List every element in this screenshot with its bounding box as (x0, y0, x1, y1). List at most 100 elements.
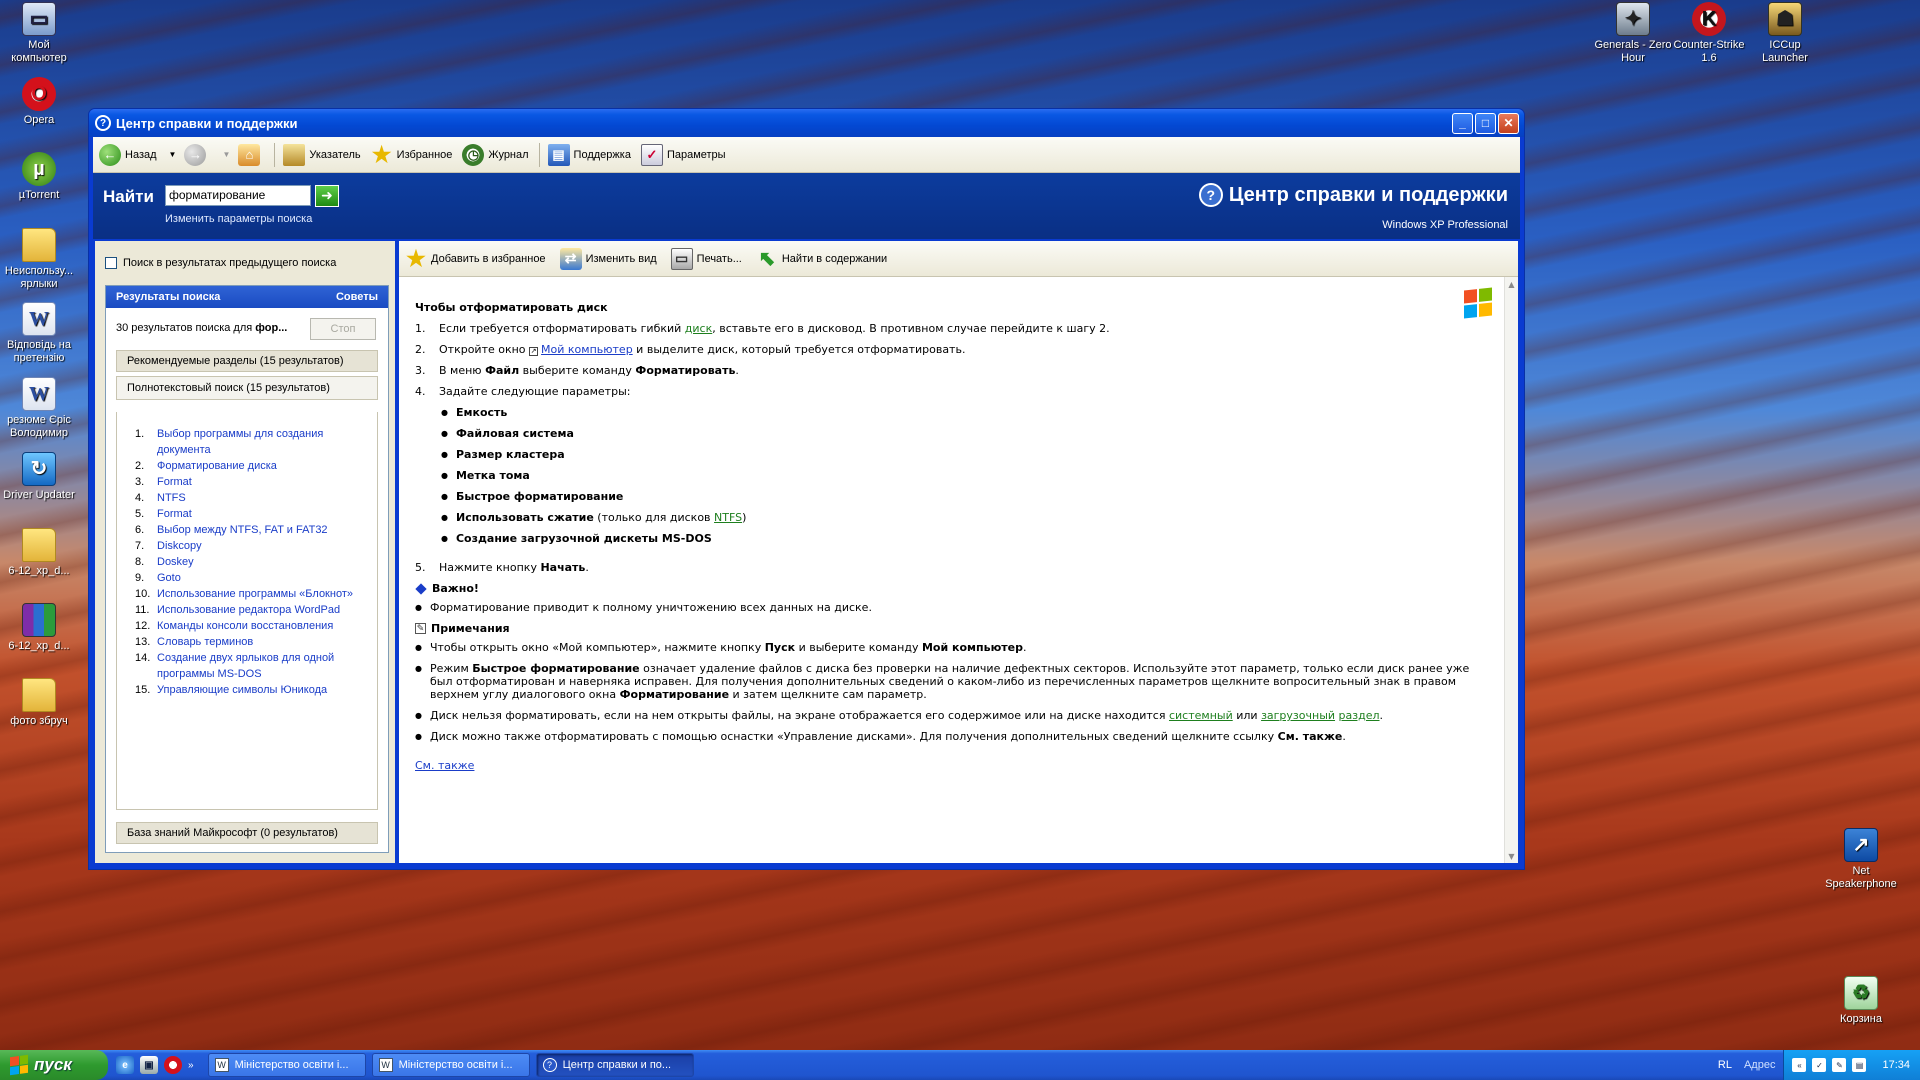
search-result-item[interactable]: 13. Словарь терминов (135, 634, 369, 650)
print-button[interactable]: ▭ Печать... (670, 247, 742, 270)
back-button[interactable]: ← Назад (99, 143, 157, 166)
favorites-button[interactable]: ★ Избранное (371, 142, 453, 167)
add-to-favorites-button[interactable]: ★ Добавить в избранное (405, 246, 545, 271)
search-go-button[interactable]: ➜ (315, 185, 339, 207)
result-link[interactable]: Format (157, 474, 192, 490)
total-commander-icon[interactable]: ▣ (140, 1056, 158, 1074)
result-link[interactable]: Format (157, 506, 192, 522)
desktop-icon-net-speakerphone[interactable]: ↗ Net Speakerphone (1822, 828, 1900, 891)
see-also-link[interactable]: См. также (415, 759, 474, 772)
result-link[interactable]: Создание двух ярлыков для одной программ… (157, 650, 369, 682)
desktop-icon-counter-strike[interactable]: K Counter-Strike 1.6 (1670, 2, 1748, 65)
desktop-icon-opera[interactable]: O Opera (0, 77, 78, 127)
search-result-item[interactable]: 8. Doskey (135, 554, 369, 570)
minimize-button[interactable]: _ (1452, 112, 1473, 134)
stop-button[interactable]: Стоп (310, 318, 376, 340)
knowledge-base-category[interactable]: База знаний Майкрософт (0 результатов) (116, 822, 378, 844)
search-result-item[interactable]: 9. Goto (135, 570, 369, 586)
index-button[interactable]: Указатель (283, 143, 361, 166)
tray-expand-icon[interactable]: « (1792, 1058, 1807, 1072)
result-link[interactable]: NTFS (157, 490, 186, 506)
address-toolbar-label[interactable]: Адрес (1744, 1059, 1776, 1071)
disk-glossary-link[interactable]: диск (685, 322, 712, 335)
desktop-icon-recycle-bin[interactable]: ♻ Корзина (1822, 976, 1900, 1026)
search-result-item[interactable]: 1. Выбор программы для создания документа (135, 426, 369, 458)
search-result-item[interactable]: 3. Format (135, 474, 369, 490)
opera-icon[interactable] (164, 1056, 182, 1074)
partition-link[interactable]: раздел (1339, 709, 1380, 722)
language-indicator[interactable]: RL (1718, 1059, 1732, 1071)
forward-button[interactable]: → (184, 143, 210, 166)
scroll-down-arrow-icon[interactable]: ▼ (1505, 849, 1518, 863)
maximize-button[interactable]: □ (1475, 112, 1496, 134)
clock[interactable]: 17:34 (1882, 1059, 1910, 1071)
find-in-contents-button[interactable]: ⬉ Найти в содержании (756, 248, 887, 270)
checkbox[interactable] (105, 257, 117, 269)
result-link[interactable]: Использование редактора WordPad (157, 602, 340, 618)
taskbar-task[interactable]: W Міністерство освіти і... (207, 1053, 366, 1077)
desktop-icon-utorrent[interactable]: µ µTorrent (0, 152, 78, 202)
search-result-item[interactable]: 5. Format (135, 506, 369, 522)
result-link[interactable]: Словарь терминов (157, 634, 253, 650)
change-view-button[interactable]: ⇄ Изменить вид (559, 247, 657, 270)
support-button[interactable]: ▤ Поддержка (547, 143, 631, 166)
result-link[interactable]: Форматирование диска (157, 458, 277, 474)
result-link[interactable]: Goto (157, 570, 181, 586)
my-computer-link[interactable]: Мой компьютер (541, 343, 633, 356)
system-partition-link[interactable]: системный (1169, 709, 1233, 722)
search-result-item[interactable]: 2. Форматирование диска (135, 458, 369, 474)
article-scrollbar[interactable]: ▲ ▼ (1504, 277, 1518, 863)
desktop-icon-photo-folder[interactable]: фото збруч (0, 678, 78, 728)
taskbar-task-active[interactable]: ? Центр справки и по... (535, 1053, 694, 1077)
back-dropdown-icon[interactable]: ▼ (169, 150, 177, 159)
desktop-icon-claim-reply[interactable]: W Відповідь на претензію (0, 302, 78, 365)
tray-edit-icon[interactable]: ✎ (1832, 1058, 1847, 1072)
search-result-item[interactable]: 12. Команды консоли восстановления (135, 618, 369, 634)
result-link[interactable]: Diskcopy (157, 538, 202, 554)
history-button[interactable]: ◷ Журнал (462, 143, 529, 166)
tips-link[interactable]: Советы (336, 291, 378, 303)
options-button[interactable]: ✓ Параметры (640, 143, 726, 166)
forward-dropdown-icon[interactable]: ▼ (222, 150, 230, 159)
window-titlebar[interactable]: ? Центр справки и поддержки _ □ ✕ (89, 109, 1524, 137)
scroll-up-arrow-icon[interactable]: ▲ (1505, 277, 1518, 291)
search-result-item[interactable]: 11. Использование редактора WordPad (135, 602, 369, 618)
ntfs-glossary-link[interactable]: NTFS (714, 511, 742, 524)
search-result-item[interactable]: 10. Использование программы «Блокнот» (135, 586, 369, 602)
search-result-item[interactable]: 14. Создание двух ярлыков для одной прогр… (135, 650, 369, 682)
desktop-icon-generals[interactable]: ✦ Generals - Zero Hour (1594, 2, 1672, 65)
taskbar-task[interactable]: W Міністерство освіти і... (371, 1053, 530, 1077)
home-button[interactable]: ⌂ (238, 143, 264, 166)
result-link[interactable]: Doskey (157, 554, 194, 570)
search-result-item[interactable]: 4. NTFS (135, 490, 369, 506)
search-in-previous-checkbox[interactable]: Поиск в результатах предыдущего поиска (105, 257, 336, 269)
result-link[interactable]: Выбор программы для создания документа (157, 426, 369, 458)
search-result-item[interactable]: 15. Управляющие символы Юникода (135, 682, 369, 698)
recommended-topics-category[interactable]: Рекомендуемые разделы (15 результатов) (116, 350, 378, 372)
result-link[interactable]: Команды консоли восстановления (157, 618, 333, 634)
desktop-icon-unused-shortcuts[interactable]: Неиспользу... ярлыки (0, 228, 78, 291)
tray-app-icon[interactable]: ✓ (1812, 1058, 1827, 1072)
forward-arrow-icon: → (184, 143, 207, 166)
result-link[interactable]: Выбор между NTFS, FAT и FAT32 (157, 522, 328, 538)
desktop-icon-driver-updater[interactable]: ↻ Driver Updater (0, 452, 78, 502)
word-document-icon: W (378, 1058, 393, 1072)
result-link[interactable]: Управляющие символы Юникода (157, 682, 327, 698)
desktop-icon-resume[interactable]: W резюме Єріс Володимир (0, 377, 78, 440)
desktop-icon-my-computer[interactable]: ▭ Мой компьютер (0, 2, 78, 65)
change-search-options-link[interactable]: Изменить параметры поиска (165, 213, 312, 225)
desktop-icon-iccup[interactable]: ☗ ICCup Launcher (1746, 2, 1824, 65)
quick-launch-more-icon[interactable]: » (188, 1060, 194, 1071)
search-result-item[interactable]: 6. Выбор между NTFS, FAT и FAT32 (135, 522, 369, 538)
network-icon[interactable]: ▤ (1852, 1058, 1867, 1072)
desktop-icon-folder-xp-1[interactable]: 6-12_xp_d... (0, 528, 78, 578)
start-button[interactable]: пуск (0, 1050, 108, 1080)
desktop-icon-archive-xp[interactable]: 6-12_xp_d... (0, 603, 78, 653)
close-button[interactable]: ✕ (1498, 112, 1519, 134)
internet-explorer-icon[interactable]: e (116, 1056, 134, 1074)
search-result-item[interactable]: 7. Diskcopy (135, 538, 369, 554)
result-link[interactable]: Использование программы «Блокнот» (157, 586, 353, 602)
fulltext-search-category[interactable]: Полнотекстовый поиск (15 результатов) (116, 376, 378, 400)
boot-partition-link[interactable]: загрузочный (1261, 709, 1335, 722)
search-input[interactable]: форматирование (165, 185, 311, 206)
